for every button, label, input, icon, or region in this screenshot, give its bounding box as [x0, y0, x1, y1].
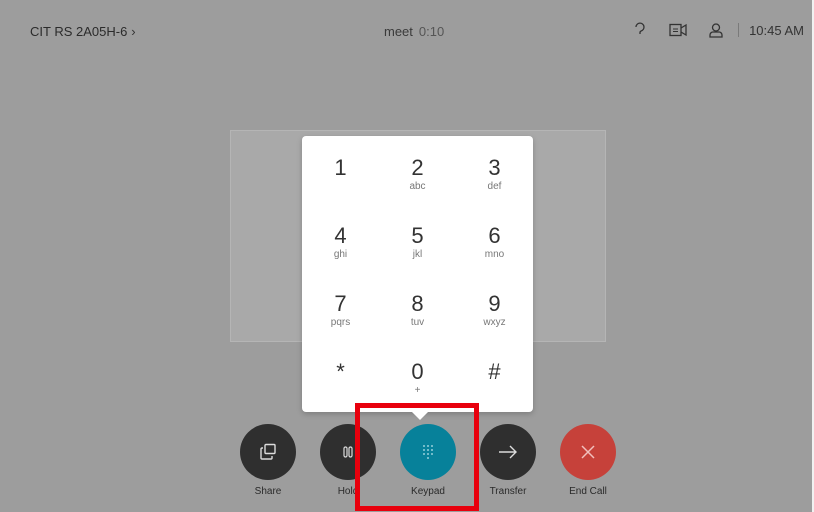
arrow-right-icon — [499, 445, 517, 459]
key-digit: 8 — [411, 291, 424, 316]
key-digit: * — [336, 359, 345, 384]
key-letters: wxyz — [483, 317, 506, 328]
top-bar: CIT RS 2A05H-6 › meet 0:10 10:45 AM — [0, 18, 814, 46]
clock: 10:45 AM — [749, 22, 804, 38]
keypad-grid: 1 2 abc 3 def 4 ghi 5 jkl 6 mno 7 pqrs 8 tuv 9 wxyz * 0 + # — [302, 150, 533, 422]
keypad-key[interactable]: 3 def — [456, 150, 533, 218]
key-digit: 2 — [411, 155, 424, 180]
user-icon[interactable] — [706, 20, 726, 40]
share-circle — [240, 424, 296, 480]
end-call-button[interactable]: End Call — [548, 424, 628, 497]
share-label: Share — [254, 486, 282, 497]
help-icon[interactable] — [630, 20, 650, 40]
transfer-button[interactable]: Transfer — [468, 424, 548, 497]
key-letters: ghi — [333, 249, 348, 260]
end-call-label: End Call — [569, 486, 607, 497]
key-digit: 1 — [334, 155, 347, 180]
end-call-circle — [560, 424, 616, 480]
key-digit: 6 — [488, 223, 501, 248]
keypad-key[interactable]: 2 abc — [379, 150, 456, 218]
key-digit: 7 — [334, 291, 347, 316]
key-digit: 4 — [334, 223, 347, 248]
meeting-timer: 0:10 — [418, 24, 445, 39]
keypad-key[interactable]: 8 tuv — [379, 286, 456, 354]
topbar-actions: 10:45 AM — [630, 20, 804, 40]
self-view-icon[interactable] — [668, 20, 688, 40]
key-digit: 3 — [488, 155, 501, 180]
keypad-popup: 1 2 abc 3 def 4 ghi 5 jkl 6 mno 7 pqrs 8 tuv 9 wxyz * 0 + # — [302, 136, 533, 420]
keypad-key[interactable]: 5 jkl — [379, 218, 456, 286]
device-name-label: CIT RS 2A05H-6 — [30, 24, 128, 39]
key-letters: mno — [484, 249, 505, 260]
share-button[interactable]: Share — [228, 424, 308, 497]
key-letters: abc — [409, 181, 426, 192]
keypad-key[interactable]: 7 pqrs — [302, 286, 379, 354]
transfer-label: Transfer — [489, 486, 527, 497]
chevron-right-icon: › — [131, 24, 136, 39]
key-letters: tuv — [410, 317, 425, 328]
divider — [738, 23, 740, 37]
key-digit: 9 — [488, 291, 501, 316]
key-letters: pqrs — [330, 317, 351, 328]
key-letters: jkl — [412, 249, 423, 260]
transfer-circle — [480, 424, 536, 480]
keypad-highlight-box — [355, 403, 479, 511]
keypad-key[interactable]: 9 wxyz — [456, 286, 533, 354]
device-name-button[interactable]: CIT RS 2A05H-6 › — [30, 24, 136, 39]
pause-icon — [343, 446, 353, 458]
key-letters: def — [487, 181, 502, 192]
key-digit: # — [488, 359, 501, 384]
meeting-info: meet 0:10 — [384, 24, 444, 39]
key-digit: 0 — [411, 359, 424, 384]
close-icon — [581, 445, 595, 459]
key-digit: 5 — [411, 223, 424, 248]
keypad-key[interactable]: 1 — [302, 150, 379, 218]
share-icon — [260, 443, 276, 460]
keypad-key[interactable]: 4 ghi — [302, 218, 379, 286]
key-letters: + — [414, 385, 421, 396]
keypad-key[interactable]: 6 mno — [456, 218, 533, 286]
meeting-title: meet — [384, 24, 413, 39]
